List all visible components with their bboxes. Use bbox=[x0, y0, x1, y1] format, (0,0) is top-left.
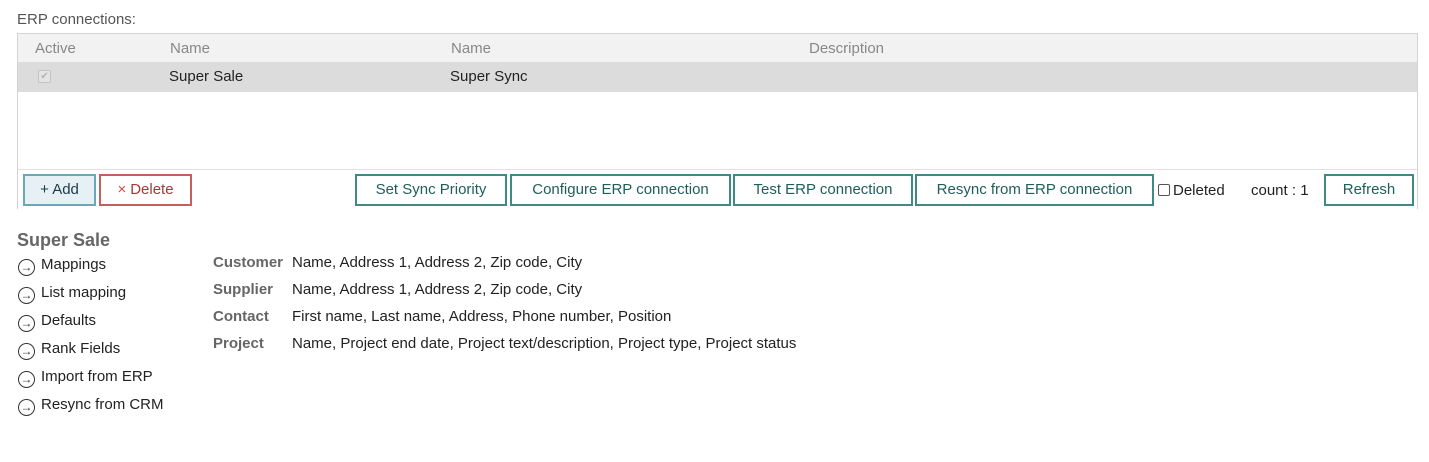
link-label: List mapping bbox=[41, 284, 127, 301]
resync-from-erp-connection-button[interactable]: Resync from ERP connection bbox=[915, 174, 1154, 206]
mapping-key: Customer bbox=[213, 254, 284, 271]
mapping-value: Name, Address 1, Address 2, Zip code, Ci… bbox=[292, 254, 583, 271]
refresh-button[interactable]: Refresh bbox=[1324, 174, 1414, 206]
mapping-key: Project bbox=[213, 335, 264, 352]
deleted-label: Deleted bbox=[1173, 182, 1225, 199]
link-defaults[interactable]: → Defaults bbox=[18, 312, 188, 332]
mapping-value: Name, Project end date, Project text/des… bbox=[292, 335, 797, 352]
column-header-active[interactable]: Active bbox=[35, 40, 76, 57]
grid-header: Active Name Name Description bbox=[18, 34, 1417, 62]
link-rank-fields[interactable]: → Rank Fields bbox=[18, 340, 188, 360]
link-label: Import from ERP bbox=[41, 368, 153, 385]
link-mappings[interactable]: → Mappings bbox=[18, 256, 188, 276]
link-label: Rank Fields bbox=[41, 340, 121, 357]
mapping-key: Contact bbox=[213, 308, 269, 325]
active-checkbox: ✔ bbox=[38, 70, 51, 83]
set-sync-priority-button[interactable]: Set Sync Priority bbox=[355, 174, 507, 206]
row-name-2: Super Sync bbox=[450, 68, 528, 85]
detail-title: Super Sale bbox=[17, 230, 111, 250]
record-count: count : 1 bbox=[1251, 182, 1309, 199]
arrow-right-circle-icon: → bbox=[18, 287, 35, 304]
arrow-right-circle-icon: → bbox=[18, 259, 35, 276]
row-name: Super Sale bbox=[169, 68, 244, 85]
arrow-right-circle-icon: → bbox=[18, 343, 35, 360]
add-button[interactable]: + Add bbox=[23, 174, 96, 206]
link-label: Defaults bbox=[41, 312, 97, 329]
link-label: Resync from CRM bbox=[41, 396, 164, 413]
arrow-right-circle-icon: → bbox=[18, 371, 35, 388]
column-header-name-2[interactable]: Name bbox=[451, 40, 491, 57]
column-header-name[interactable]: Name bbox=[170, 40, 210, 57]
link-list-mapping[interactable]: → List mapping bbox=[18, 284, 188, 304]
link-import-from-erp[interactable]: → Import from ERP bbox=[18, 368, 188, 388]
test-erp-connection-button[interactable]: Test ERP connection bbox=[733, 174, 913, 206]
arrow-right-circle-icon: → bbox=[18, 399, 35, 416]
close-icon: × bbox=[117, 181, 127, 198]
link-resync-from-crm[interactable]: → Resync from CRM bbox=[18, 396, 188, 416]
mapping-value: First name, Last name, Address, Phone nu… bbox=[292, 308, 672, 325]
delete-button-label: Delete bbox=[130, 181, 174, 198]
erp-connections-label: ERP connections: bbox=[17, 11, 136, 28]
grid-toolbar: + Add × Delete Set Sync Priority Configur… bbox=[18, 169, 1417, 209]
configure-erp-connection-button[interactable]: Configure ERP connection bbox=[510, 174, 731, 206]
mapping-value: Name, Address 1, Address 2, Zip code, Ci… bbox=[292, 281, 583, 298]
column-header-description[interactable]: Description bbox=[809, 40, 884, 57]
link-label: Mappings bbox=[41, 256, 107, 273]
table-row[interactable]: ✔ Super Sale Super Sync bbox=[18, 62, 1417, 92]
arrow-right-circle-icon: → bbox=[18, 315, 35, 332]
mapping-key: Supplier bbox=[213, 281, 274, 298]
deleted-checkbox[interactable] bbox=[1158, 184, 1170, 196]
show-deleted-toggle[interactable]: Deleted bbox=[1158, 182, 1225, 199]
delete-button[interactable]: × Delete bbox=[99, 174, 192, 206]
erp-connections-grid: Active Name Name Description ✔ Super Sal… bbox=[17, 33, 1418, 209]
